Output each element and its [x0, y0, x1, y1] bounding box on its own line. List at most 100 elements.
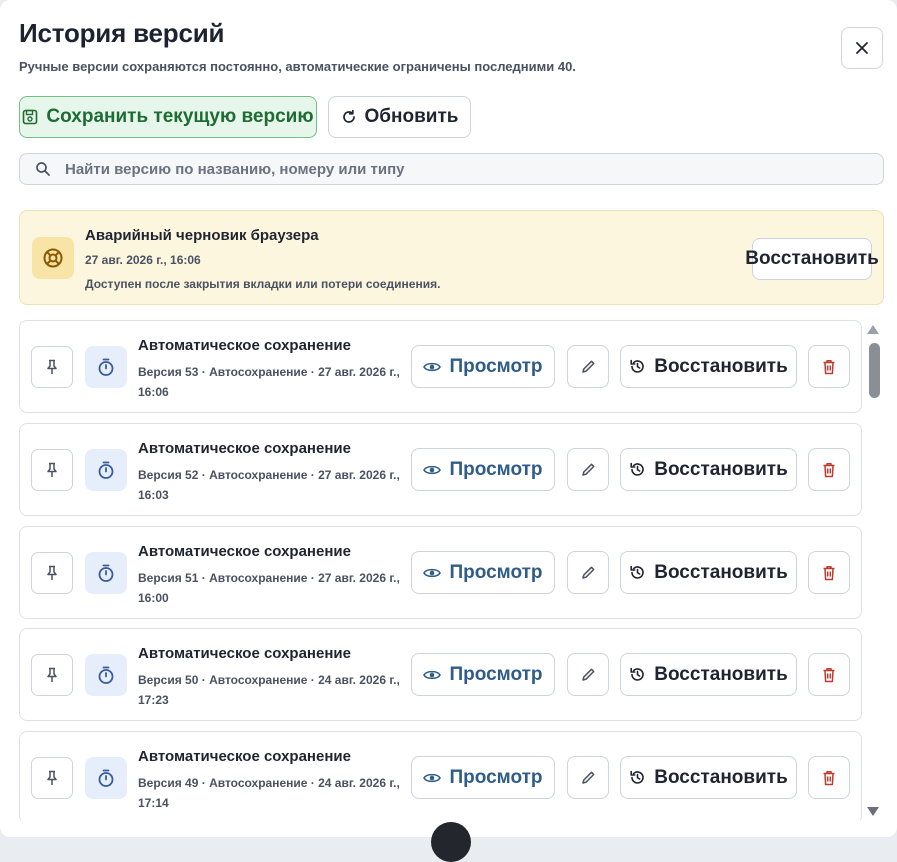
- crash-draft-restore-label: Восстановить: [745, 248, 879, 269]
- stopwatch-icon: [85, 449, 127, 491]
- view-button[interactable]: Просмотр: [411, 653, 555, 696]
- lifebuoy-icon: [32, 237, 74, 279]
- crash-draft-date: 27 авг. 2026 г., 16:06: [85, 253, 201, 267]
- search-input[interactable]: [63, 159, 847, 179]
- history-icon: [630, 462, 645, 476]
- version-meta: Версия 52 · Автосохранение · 27 авг. 202…: [138, 468, 400, 502]
- stopwatch-icon: [85, 346, 127, 388]
- eye-icon: [423, 773, 442, 782]
- floating-action-button[interactable]: [431, 822, 471, 862]
- history-icon: [630, 667, 645, 681]
- trash-icon: [823, 359, 835, 374]
- stopwatch-icon: [85, 757, 127, 799]
- delete-button[interactable]: [808, 756, 850, 799]
- pin-icon: [47, 667, 57, 682]
- rename-button[interactable]: [567, 756, 609, 799]
- rename-button[interactable]: [567, 448, 609, 491]
- dialog-title: История версий: [19, 18, 225, 48]
- delete-button[interactable]: [808, 345, 850, 388]
- save-current-version-label: Сохранить текущую версию: [46, 106, 314, 127]
- dialog-subtitle: Ручные версии сохраняются постоянно, авт…: [19, 59, 576, 74]
- pin-icon: [47, 565, 57, 580]
- delete-button[interactable]: [808, 653, 850, 696]
- trash-icon: [823, 770, 835, 785]
- version-title: Автоматическое сохранение: [138, 440, 351, 457]
- pin-button[interactable]: [31, 346, 73, 388]
- version-row: Автоматическое сохранение Версия 53 · Ав…: [19, 320, 862, 413]
- restore-label: Восстановить: [654, 458, 788, 480]
- eye-icon: [423, 568, 442, 577]
- pencil-icon: [581, 771, 594, 784]
- eye-icon: [423, 465, 442, 474]
- restore-label: Восстановить: [654, 766, 788, 788]
- version-list[interactable]: Автоматическое сохранение Версия 53 · Ав…: [19, 320, 864, 820]
- crash-draft-card: Аварийный черновик браузера 27 авг. 2026…: [19, 210, 884, 305]
- version-meta: Версия 50 · Автосохранение · 24 авг. 202…: [138, 673, 400, 707]
- pin-button[interactable]: [31, 757, 73, 799]
- view-label: Просмотр: [449, 561, 543, 583]
- restore-button[interactable]: Восстановить: [620, 448, 797, 491]
- version-row: Автоматическое сохранение Версия 49 · Ав…: [19, 731, 862, 820]
- delete-button[interactable]: [808, 551, 850, 594]
- save-current-version-button[interactable]: Сохранить текущую версию: [19, 96, 317, 138]
- stopwatch-icon: [85, 552, 127, 594]
- version-title: Автоматическое сохранение: [138, 543, 351, 560]
- version-title: Автоматическое сохранение: [138, 337, 351, 354]
- restore-label: Восстановить: [654, 561, 788, 583]
- crash-draft-title: Аварийный черновик браузера: [85, 227, 319, 244]
- view-label: Просмотр: [449, 663, 543, 685]
- trash-icon: [823, 462, 835, 477]
- version-meta: Версия 51 · Автосохранение · 27 авг. 202…: [138, 571, 400, 605]
- version-title: Автоматическое сохранение: [138, 645, 351, 662]
- version-row: Автоматическое сохранение Версия 51 · Ав…: [19, 526, 862, 619]
- trash-icon: [823, 565, 835, 580]
- search-icon: [35, 161, 51, 177]
- view-button[interactable]: Просмотр: [411, 551, 555, 594]
- rename-button[interactable]: [567, 653, 609, 696]
- delete-button[interactable]: [808, 448, 850, 491]
- view-label: Просмотр: [449, 766, 543, 788]
- rename-button[interactable]: [567, 551, 609, 594]
- view-button[interactable]: Просмотр: [411, 345, 555, 388]
- pencil-icon: [581, 668, 594, 681]
- refresh-icon: [342, 109, 355, 123]
- restore-button[interactable]: Восстановить: [620, 551, 797, 594]
- pencil-icon: [581, 566, 594, 579]
- pin-button[interactable]: [31, 654, 73, 696]
- scrollbar-thumb[interactable]: [869, 343, 880, 398]
- close-icon: [856, 42, 868, 54]
- pin-icon: [47, 770, 57, 785]
- scroll-down-arrow[interactable]: [867, 807, 879, 816]
- trash-icon: [823, 667, 835, 682]
- view-button[interactable]: Просмотр: [411, 448, 555, 491]
- restore-button[interactable]: Восстановить: [620, 345, 797, 388]
- pin-icon: [47, 462, 57, 477]
- restore-label: Восстановить: [654, 663, 788, 685]
- view-label: Просмотр: [449, 458, 543, 480]
- history-icon: [630, 359, 645, 373]
- rename-button[interactable]: [567, 345, 609, 388]
- version-meta: Версия 53 · Автосохранение · 27 авг. 202…: [138, 365, 400, 399]
- pencil-icon: [581, 360, 594, 373]
- view-label: Просмотр: [449, 355, 543, 377]
- pencil-icon: [581, 463, 594, 476]
- refresh-label: Обновить: [364, 106, 459, 127]
- version-row: Автоматическое сохранение Версия 50 · Ав…: [19, 628, 862, 721]
- view-button[interactable]: Просмотр: [411, 756, 555, 799]
- restore-button[interactable]: Восстановить: [620, 756, 797, 799]
- pin-button[interactable]: [31, 552, 73, 594]
- crash-draft-description: Доступен после закрытия вкладки или поте…: [85, 277, 441, 291]
- restore-button[interactable]: Восстановить: [620, 653, 797, 696]
- crash-draft-restore-button[interactable]: Восстановить: [745, 238, 879, 280]
- version-row: Автоматическое сохранение Версия 52 · Ав…: [19, 423, 862, 516]
- restore-label: Восстановить: [654, 355, 788, 377]
- floppy-disk-icon: [23, 109, 38, 125]
- eye-icon: [423, 362, 442, 371]
- history-icon: [630, 565, 645, 579]
- pin-button[interactable]: [31, 449, 73, 491]
- refresh-button[interactable]: Обновить: [328, 96, 471, 138]
- version-meta: Версия 49 · Автосохранение · 24 авг. 202…: [138, 776, 400, 810]
- close-button[interactable]: [841, 27, 883, 69]
- scroll-up-arrow[interactable]: [867, 325, 879, 334]
- version-title: Автоматическое сохранение: [138, 748, 351, 765]
